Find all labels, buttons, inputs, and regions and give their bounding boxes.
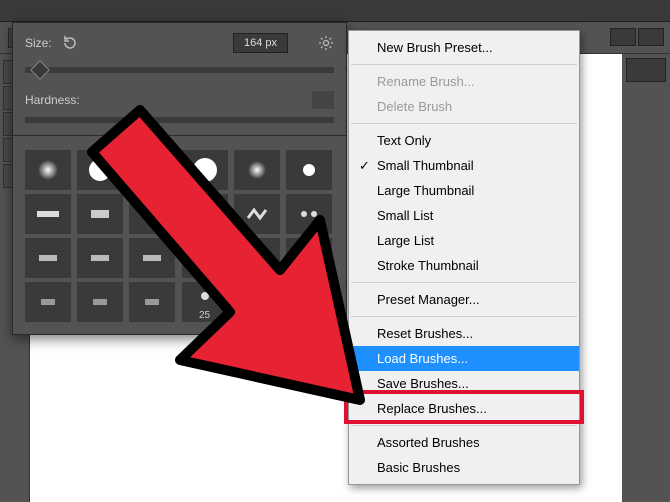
menu-item-text-only[interactable]: Text Only bbox=[349, 128, 579, 153]
brush-preset-panel: Size: 164 px Hardness: bbox=[12, 22, 347, 335]
brush-preset[interactable] bbox=[234, 150, 280, 190]
hardness-label: Hardness: bbox=[25, 93, 80, 107]
brush-preset[interactable] bbox=[286, 150, 332, 190]
brush-preset[interactable]: 50 bbox=[234, 282, 280, 322]
brush-preset[interactable] bbox=[129, 282, 175, 322]
menu-separator bbox=[351, 282, 577, 283]
brush-preset[interactable] bbox=[286, 238, 332, 278]
size-label: Size: bbox=[25, 36, 52, 50]
brush-preset[interactable] bbox=[182, 150, 228, 190]
brush-preset[interactable] bbox=[129, 238, 175, 278]
size-slider[interactable] bbox=[25, 67, 334, 73]
menu-item-stroke-thumbnail[interactable]: Stroke Thumbnail bbox=[349, 253, 579, 278]
menu-item-delete-brush: Delete Brush bbox=[349, 94, 579, 119]
hardness-slider[interactable] bbox=[25, 117, 334, 123]
menu-item-save-brushes[interactable]: Save Brushes... bbox=[349, 371, 579, 396]
panel-divider bbox=[13, 135, 346, 136]
brush-preset[interactable] bbox=[286, 282, 332, 322]
brush-preset[interactable] bbox=[77, 150, 123, 190]
menu-item-large-thumbnail[interactable]: Large Thumbnail bbox=[349, 178, 579, 203]
brush-preset[interactable] bbox=[25, 150, 71, 190]
brush-preset[interactable] bbox=[234, 194, 280, 234]
menu-separator bbox=[351, 425, 577, 426]
brush-preset[interactable] bbox=[25, 238, 71, 278]
brush-grid: 25 50 bbox=[13, 142, 346, 334]
brush-preset[interactable]: 25 bbox=[182, 282, 228, 322]
brush-preset[interactable] bbox=[25, 194, 71, 234]
menu-item-assorted-brushes[interactable]: Assorted Brushes bbox=[349, 430, 579, 455]
brush-preset[interactable] bbox=[25, 282, 71, 322]
menu-item-basic-brushes[interactable]: Basic Brushes bbox=[349, 455, 579, 480]
menu-item-rename-brush: Rename Brush... bbox=[349, 69, 579, 94]
menu-bar bbox=[0, 0, 670, 22]
menu-item-load-brushes[interactable]: Load Brushes... bbox=[349, 346, 579, 371]
menu-item-replace-brushes[interactable]: Replace Brushes... bbox=[349, 396, 579, 421]
right-panel-dock bbox=[622, 54, 670, 502]
menu-item-small-list[interactable]: Small List bbox=[349, 203, 579, 228]
restore-button[interactable] bbox=[638, 28, 664, 46]
minimize-button[interactable] bbox=[610, 28, 636, 46]
gear-icon[interactable] bbox=[318, 35, 334, 51]
panel-button[interactable] bbox=[626, 58, 666, 82]
menu-separator bbox=[351, 123, 577, 124]
brush-preset[interactable] bbox=[77, 238, 123, 278]
new-preset-icon[interactable] bbox=[312, 91, 334, 109]
brush-preset[interactable] bbox=[77, 194, 123, 234]
brush-preset[interactable] bbox=[182, 238, 228, 278]
menu-item-new-brush-preset[interactable]: New Brush Preset... bbox=[349, 35, 579, 60]
menu-item-large-list[interactable]: Large List bbox=[349, 228, 579, 253]
menu-item-small-thumbnail[interactable]: Small Thumbnail bbox=[349, 153, 579, 178]
brush-preset[interactable] bbox=[129, 194, 175, 234]
brush-preset[interactable] bbox=[77, 282, 123, 322]
menu-separator bbox=[351, 316, 577, 317]
brush-preset[interactable] bbox=[286, 194, 332, 234]
reset-size-icon[interactable] bbox=[62, 35, 80, 51]
window-controls bbox=[610, 28, 664, 46]
menu-item-preset-manager[interactable]: Preset Manager... bbox=[349, 287, 579, 312]
brush-preset[interactable] bbox=[182, 194, 228, 234]
size-value-field[interactable]: 164 px bbox=[233, 33, 288, 53]
brush-flyout-menu: New Brush Preset... Rename Brush...Delete… bbox=[348, 30, 580, 485]
menu-separator bbox=[351, 64, 577, 65]
brush-preset[interactable] bbox=[129, 150, 175, 190]
menu-item-reset-brushes[interactable]: Reset Brushes... bbox=[349, 321, 579, 346]
brush-preset[interactable] bbox=[234, 238, 280, 278]
